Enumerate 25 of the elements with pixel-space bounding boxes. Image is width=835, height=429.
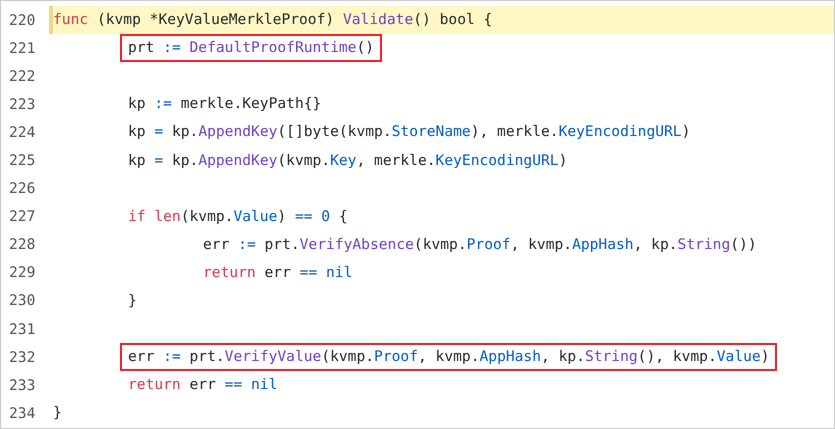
line-number: 226 <box>9 180 36 198</box>
line-number: 223 <box>9 96 36 113</box>
line-number: 230 <box>9 292 36 310</box>
line-number: 231 <box>9 320 36 338</box>
code-line: return err == nil <box>127 375 278 396</box>
line-number: 233 <box>9 376 36 394</box>
code-line: func (kvmp *KeyValueMerkleProof) Validate() bool { <box>52 10 494 30</box>
line-number: 221 <box>9 40 36 57</box>
code-line: kp = kp.AppendKey(kvmp.Key, merkle.KeyEncodingURL) <box>127 150 568 171</box>
line-number: 228 <box>9 236 36 254</box>
line-number: 225 <box>9 152 36 170</box>
line-number: 220 <box>9 12 36 29</box>
code-line: return err == nil <box>202 262 354 283</box>
line-number: 229 <box>9 264 36 282</box>
line-number: 222 <box>9 68 36 85</box>
line-number: 227 <box>9 208 36 226</box>
code-line: kp := merkle.KeyPath{} <box>127 94 322 114</box>
line-number: 224 <box>9 124 36 141</box>
code-line: if len(kvmp.Value) == 0 { <box>127 206 349 227</box>
code-line: } <box>127 290 138 311</box>
line-number: 234 <box>9 404 36 422</box>
code-line: kp = kp.AppendKey([]byte(kvmp.StoreName), merkle.KeyEncodingURL) <box>127 122 692 142</box>
code-line: } <box>52 403 63 424</box>
code-line: err := prt.VerifyAbsence(kvmp.Proof, kvmp.AppHash, kp.String()) <box>202 234 758 255</box>
line-number: 232 <box>9 348 36 366</box>
